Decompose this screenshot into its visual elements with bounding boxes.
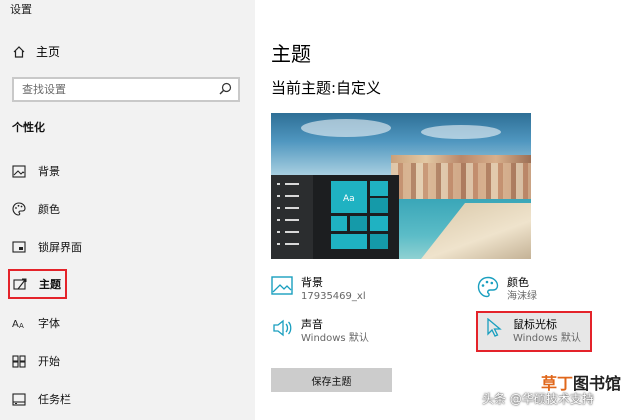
svg-text:A: A xyxy=(12,319,19,330)
preview-tile xyxy=(350,216,367,231)
theme-cursor-item[interactable]: 鼠标光标 Windows 默认 xyxy=(483,318,581,346)
taskbar-icon xyxy=(12,392,26,406)
preview-tile-text: Aa xyxy=(343,194,355,204)
background-label: 背景 xyxy=(301,276,323,289)
preview-buildings xyxy=(391,163,531,203)
sidebar-item-taskbar[interactable]: 任务栏 xyxy=(12,389,71,409)
save-theme-button[interactable]: 保存主题 xyxy=(271,368,392,392)
palette-icon xyxy=(477,276,499,298)
sidebar-item-label: 锁屏界面 xyxy=(38,241,82,254)
preview-tile xyxy=(331,216,347,231)
preview-list-dot xyxy=(277,207,280,209)
nav-home[interactable]: 主页 xyxy=(12,43,60,60)
sidebar-item-font[interactable]: AA 字体 xyxy=(12,313,60,333)
theme-icon xyxy=(13,277,27,291)
preview-list-dot xyxy=(277,243,280,245)
preview-list-line xyxy=(285,207,299,209)
preview-tile xyxy=(370,234,388,249)
picture-icon xyxy=(271,276,293,298)
page-title: 主题 xyxy=(271,42,311,66)
search-input[interactable] xyxy=(22,83,202,96)
sound-value: Windows 默认 xyxy=(301,333,369,344)
preview-list-dot xyxy=(277,195,280,197)
sidebar-item-label: 字体 xyxy=(38,317,60,330)
svg-text:A: A xyxy=(19,322,24,330)
preview-list-dot xyxy=(277,219,280,221)
cursor-value: Windows 默认 xyxy=(513,333,581,344)
sidebar-item-label: 任务栏 xyxy=(38,393,71,406)
preview-start-menu-list xyxy=(271,175,313,259)
picture-icon xyxy=(12,164,26,178)
sidebar-item-label: 主题 xyxy=(39,278,61,291)
preview-list-dot xyxy=(277,231,280,233)
home-icon xyxy=(12,45,26,59)
start-icon xyxy=(12,354,26,368)
sidebar-item-theme[interactable]: 主题 xyxy=(8,269,67,299)
sidebar-item-label: 背景 xyxy=(38,165,60,178)
search-icon[interactable] xyxy=(219,80,232,99)
theme-preview: Aa xyxy=(271,113,531,259)
nav-home-label: 主页 xyxy=(36,45,61,59)
background-value: 17935469_xl xyxy=(301,291,366,302)
preview-list-line xyxy=(285,243,299,245)
preview-list-line xyxy=(285,219,299,221)
sidebar-item-start[interactable]: 开始 xyxy=(12,351,60,371)
preview-tile xyxy=(370,198,388,213)
theme-sound-item[interactable]: 声音 Windows 默认 xyxy=(271,318,369,346)
preview-cloud xyxy=(301,119,391,137)
main-content: 主题 当前主题:自定义 Aa 背景 17935469_xl 声音 Windows… xyxy=(255,0,640,420)
sidebar-item-lock-screen[interactable]: 锁屏界面 xyxy=(12,237,82,257)
sidebar: 设置 主页 个性化 背景 颜色 锁屏界面 主题 xyxy=(0,0,255,420)
cursor-label: 鼠标光标 xyxy=(513,318,557,331)
sidebar-item-color[interactable]: 颜色 xyxy=(12,199,60,219)
speaker-icon xyxy=(271,318,293,340)
sidebar-item-label: 颜色 xyxy=(38,203,60,216)
preview-list-line xyxy=(285,231,299,233)
theme-background-item[interactable]: 背景 17935469_xl xyxy=(271,276,366,304)
theme-color-item[interactable]: 颜色 海沫绿 xyxy=(477,276,537,304)
preview-cloud xyxy=(421,125,501,139)
preview-tile xyxy=(331,234,367,249)
mouse-pointer-icon xyxy=(483,318,505,340)
sound-label: 声音 xyxy=(301,318,323,331)
color-value: 海沫绿 xyxy=(507,291,537,302)
preview-tile xyxy=(370,181,388,196)
lock-screen-icon xyxy=(12,240,26,254)
section-label: 个性化 xyxy=(12,121,45,134)
palette-icon xyxy=(12,202,26,216)
search-box[interactable] xyxy=(12,77,240,102)
color-label: 颜色 xyxy=(507,276,529,289)
watermark-handle: 头条 @华硕技术支持 xyxy=(482,392,594,406)
preview-list-line xyxy=(285,183,299,185)
sidebar-item-label: 开始 xyxy=(38,355,60,368)
preview-list-line xyxy=(285,195,299,197)
window-title: 设置 xyxy=(10,3,32,16)
preview-list-dot xyxy=(277,183,280,185)
preview-tile-large: Aa xyxy=(331,181,367,213)
preview-tile xyxy=(370,216,388,231)
current-theme-label: 当前主题:自定义 xyxy=(271,79,382,97)
sidebar-item-background[interactable]: 背景 xyxy=(12,161,60,181)
font-icon: AA xyxy=(12,316,26,330)
